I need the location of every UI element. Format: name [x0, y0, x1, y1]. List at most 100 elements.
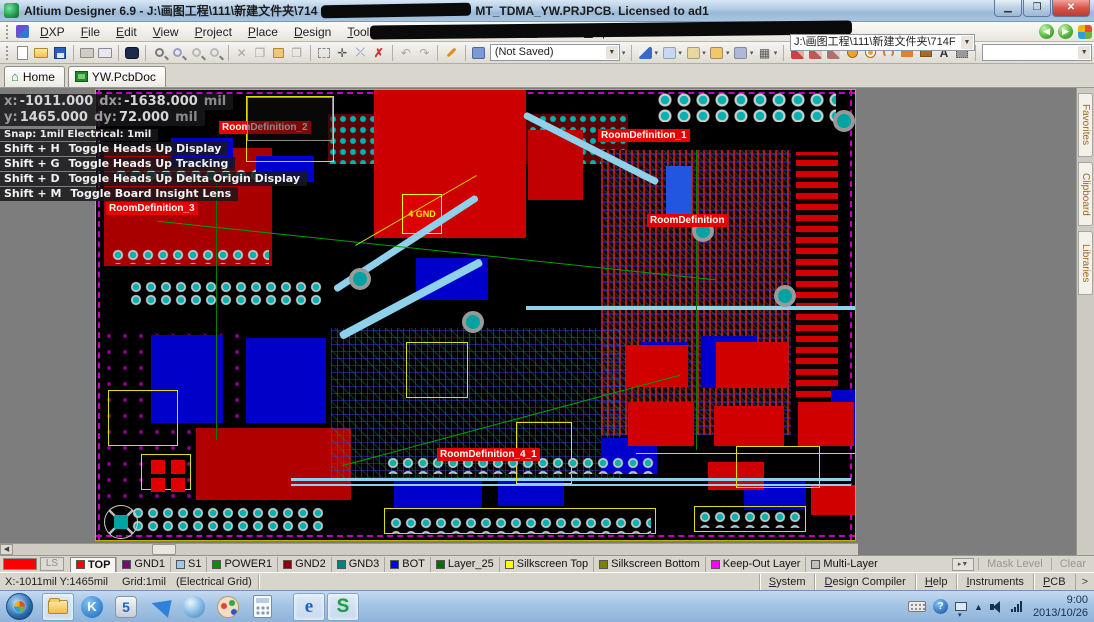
zoom-area-icon[interactable]: [170, 44, 186, 62]
cut-icon[interactable]: ✕: [233, 44, 249, 62]
room-definition-label[interactable]: RoomDefinition: [647, 214, 727, 227]
menu-project[interactable]: Project: [187, 23, 240, 41]
scroll-left-icon[interactable]: ◀: [0, 544, 13, 555]
undo-icon[interactable]: ↶: [398, 44, 414, 62]
start-button[interactable]: [6, 593, 33, 620]
insight-lens-icon[interactable]: [124, 44, 140, 62]
zoom-document-icon[interactable]: [151, 44, 167, 62]
tab-pcbdoc-label: YW.PcbDoc: [92, 70, 156, 84]
tab-favorites[interactable]: Favorites: [1078, 93, 1093, 157]
room-definition-label[interactable]: RoomDefinition_4_1: [437, 448, 540, 461]
taskbar-calculator-icon[interactable]: [246, 593, 278, 621]
tray-help-icon[interactable]: ?: [933, 599, 948, 614]
menu-edit[interactable]: Edit: [108, 23, 145, 41]
panel-button-design-compiler[interactable]: Design Compiler: [814, 574, 914, 590]
tab-clipboard[interactable]: Clipboard: [1078, 162, 1093, 226]
taskbar-bird-app-icon[interactable]: [144, 593, 176, 621]
line-tool-icon[interactable]: [637, 44, 653, 62]
layer-tab-layer25[interactable]: Layer_25: [430, 557, 499, 572]
network-signal-icon[interactable]: [1011, 601, 1022, 612]
clear-filter-icon[interactable]: ✗: [371, 44, 387, 62]
panel-button-system[interactable]: System: [759, 574, 815, 590]
menu-file[interactable]: File: [73, 23, 108, 41]
redo-icon[interactable]: ↷: [416, 44, 432, 62]
print-icon[interactable]: [79, 44, 95, 62]
taskbar-explorer-icon[interactable]: [42, 593, 74, 621]
volume-icon[interactable]: [990, 601, 1004, 613]
layer-tab-gnd3[interactable]: GND3: [331, 557, 385, 572]
chevron-down-icon[interactable]: ▼: [1078, 46, 1090, 59]
menu-place[interactable]: Place: [240, 23, 286, 41]
clear-button[interactable]: Clear: [1051, 558, 1094, 570]
menu-dxp[interactable]: DXP: [32, 23, 73, 41]
taskbar-5-app-icon[interactable]: 5: [110, 593, 142, 621]
horizontal-scrollbar[interactable]: ◀: [0, 543, 858, 555]
save-icon[interactable]: [51, 44, 67, 62]
panel-button-help[interactable]: Help: [915, 574, 957, 590]
chevron-down-icon[interactable]: ▼: [961, 36, 973, 49]
room-definition-label[interactable]: RoomDefinition_1: [598, 129, 690, 142]
paste-special-icon[interactable]: ❐: [288, 44, 304, 62]
layer-sets-button[interactable]: LS: [40, 557, 64, 571]
paste-icon[interactable]: [270, 44, 286, 62]
maximize-button[interactable]: ❐: [1023, 0, 1051, 17]
new-document-icon[interactable]: [15, 44, 31, 62]
back-button[interactable]: ◀: [1039, 24, 1054, 39]
tray-window-icon[interactable]: [955, 602, 967, 611]
panel-button-instruments[interactable]: Instruments: [956, 574, 1032, 590]
layer-tab-s1[interactable]: S1: [170, 557, 206, 572]
doc-state-combobox[interactable]: (Not Saved)▼: [490, 44, 620, 61]
taskbar-clock[interactable]: 9:00 2013/10/26: [1029, 594, 1088, 620]
select-area-icon[interactable]: [316, 44, 332, 62]
layer-tab-multilayer[interactable]: Multi-Layer: [805, 557, 882, 572]
print-preview-icon[interactable]: [97, 44, 113, 62]
tab-libraries[interactable]: Libraries: [1078, 231, 1093, 295]
find-tool-icon[interactable]: [685, 44, 701, 62]
tab-home[interactable]: ⌂ Home: [4, 66, 65, 87]
show-hidden-icons[interactable]: ▲: [974, 602, 983, 612]
zoom-filter-icon[interactable]: [206, 44, 222, 62]
minimize-button[interactable]: ▁: [994, 0, 1022, 17]
copy-icon[interactable]: ❐: [252, 44, 268, 62]
menu-design[interactable]: Design: [286, 23, 339, 41]
layer-tab-gnd2[interactable]: GND2: [277, 557, 331, 572]
favorites-icon[interactable]: [1078, 25, 1092, 39]
layer-tab-keepout[interactable]: Keep-Out Layer: [705, 557, 806, 572]
mask-options-icon[interactable]: ▸▼: [952, 558, 974, 571]
dimension-tool-icon[interactable]: [709, 44, 725, 62]
input-method-icon[interactable]: [908, 601, 926, 612]
forward-button[interactable]: ▶: [1058, 24, 1073, 39]
taskbar-ie-icon[interactable]: e: [293, 593, 325, 621]
grid-tool-icon[interactable]: ▦: [756, 44, 772, 62]
mask-level-button[interactable]: Mask Level: [978, 558, 1051, 570]
pcb-canvas[interactable]: 4 GND: [0, 88, 1076, 555]
taskbar-paint-app-icon[interactable]: [212, 593, 244, 621]
layer-tab-top[interactable]: TOP: [70, 557, 116, 572]
move-icon[interactable]: ✛: [334, 44, 350, 62]
panel-button-pcb[interactable]: PCB: [1033, 574, 1075, 590]
browse-components-icon[interactable]: [470, 44, 486, 62]
layer-tab-bot[interactable]: BOT: [384, 557, 430, 572]
menu-view[interactable]: View: [145, 23, 187, 41]
taskbar-k-app-icon[interactable]: K: [76, 593, 108, 621]
room-definition-label[interactable]: RoomDefinition_3: [106, 202, 198, 215]
scrollbar-thumb[interactable]: [152, 544, 176, 555]
taskbar-globe-app-icon[interactable]: [178, 593, 210, 621]
highlight-pen-icon[interactable]: [443, 44, 459, 62]
close-button[interactable]: ✕: [1052, 0, 1090, 17]
panel-overflow-button[interactable]: >: [1075, 574, 1094, 590]
align-tool-icon[interactable]: [661, 44, 677, 62]
zoom-selected-icon[interactable]: [188, 44, 204, 62]
tab-pcbdoc[interactable]: YW.PcbDoc: [68, 66, 166, 87]
room-tool-icon[interactable]: [733, 44, 749, 62]
taskbar-altium-icon[interactable]: S: [327, 593, 359, 621]
layer-tab-silk-bottom[interactable]: Silkscreen Bottom: [593, 557, 705, 572]
cross-probe-icon[interactable]: ⤫: [352, 44, 368, 62]
layer-tab-power1[interactable]: POWER1: [206, 557, 277, 572]
open-icon[interactable]: [33, 44, 49, 62]
chevron-down-icon[interactable]: ▼: [606, 46, 618, 59]
mounting-hole: [462, 311, 484, 333]
layer-tab-silk-top[interactable]: Silkscreen Top: [499, 557, 593, 572]
variant-combobox[interactable]: ▼: [982, 44, 1092, 61]
layer-tab-gnd1[interactable]: GND1: [116, 557, 170, 572]
